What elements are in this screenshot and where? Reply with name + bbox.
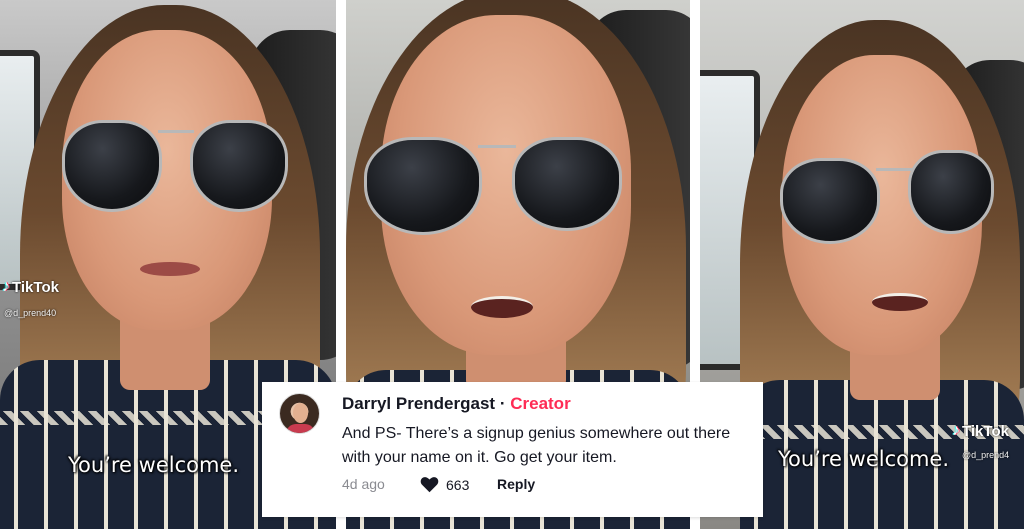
tiktok-handle: @d_prend4 <box>962 450 1010 460</box>
video-caption: You’re welcome. <box>68 453 240 477</box>
tiktok-watermark: ♪ TikTok <box>2 278 59 296</box>
tiktok-note-icon: ♪ <box>2 278 10 295</box>
comment-timestamp: 4d ago <box>342 476 385 492</box>
mouth <box>140 262 200 276</box>
tiktok-note-icon: ♪ <box>952 422 960 439</box>
reply-button[interactable]: Reply <box>497 476 535 492</box>
heart-icon <box>420 477 439 493</box>
comment-card: Darryl Prendergast · Creator And PS- The… <box>262 382 763 517</box>
commenter-avatar[interactable] <box>279 393 320 434</box>
tiktok-logo-text: TikTok <box>12 278 59 296</box>
creator-badge: Creator <box>510 394 571 413</box>
mouth <box>872 293 928 311</box>
tiktok-logo-text: TikTok <box>962 422 1009 440</box>
tiktok-handle: @d_prend40 <box>4 308 57 318</box>
like-button[interactable]: 663 <box>420 476 469 493</box>
like-count: 663 <box>446 476 470 493</box>
tiktok-watermark: ♪ TikTok <box>952 422 1009 440</box>
mouth <box>471 296 533 318</box>
comment-header: Darryl Prendergast · Creator <box>342 394 571 414</box>
comment-author[interactable]: Darryl Prendergast <box>342 394 495 413</box>
separator-dot: · <box>499 394 506 413</box>
video-caption: You’re welcome. <box>778 447 950 471</box>
comment-text: And PS- There’s a signup genius somewher… <box>342 425 731 466</box>
